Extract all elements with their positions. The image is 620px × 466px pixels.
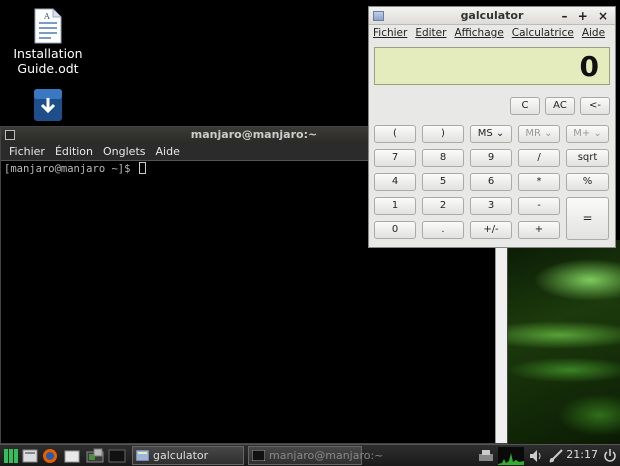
terminal-menu-onglets[interactable]: Onglets <box>99 143 151 160</box>
memory-store-button[interactable]: MS ⌄ <box>470 125 512 143</box>
network-icon[interactable] <box>548 447 564 465</box>
decimal-point-button[interactable]: . <box>422 221 464 239</box>
digit-6-button[interactable]: 6 <box>470 173 512 191</box>
terminal-menu-aide[interactable]: Aide <box>152 143 186 160</box>
text-cursor <box>138 162 146 174</box>
window-controls[interactable]: – + × <box>562 7 611 25</box>
taskbar: galculator manjaro@manjaro:~ 21:17 <box>0 444 620 466</box>
digit-9-button[interactable]: 9 <box>470 149 512 167</box>
digit-0-button[interactable]: 0 <box>374 221 416 239</box>
clock[interactable]: 21:17 <box>566 448 598 461</box>
desktop-icon-label: Installation <box>13 46 83 61</box>
percent-button[interactable]: % <box>566 173 609 191</box>
task-label: galculator <box>153 449 209 462</box>
galculator-window[interactable]: galculator – + × Fichier Editer Affichag… <box>368 6 616 248</box>
calc-menu-aide[interactable]: Aide <box>582 27 605 43</box>
all-clear-button[interactable]: AC <box>545 97 575 115</box>
calculator-menubar: Fichier Editer Affichage Calculatrice Ai… <box>369 25 615 43</box>
equals-button[interactable]: = <box>566 197 609 240</box>
terminal-window-menu-icon[interactable] <box>5 130 15 140</box>
desktop-icon-installation-guide[interactable]: A Installation Guide.odt <box>8 8 88 76</box>
calculator-title: galculator <box>460 9 524 22</box>
show-desktop-icon[interactable] <box>22 447 38 465</box>
desktop-icon-label: Guide.odt <box>17 61 79 76</box>
calculator-titlebar[interactable]: galculator – + × <box>369 7 615 25</box>
digit-5-button[interactable]: 5 <box>422 173 464 191</box>
volume-icon[interactable] <box>528 447 544 465</box>
workspace-switcher-icon[interactable] <box>86 447 104 465</box>
multiply-button[interactable]: * <box>518 173 560 191</box>
wallpaper <box>500 240 620 444</box>
calc-menu-fichier[interactable]: Fichier <box>373 27 407 43</box>
digit-3-button[interactable]: 3 <box>470 197 512 215</box>
calc-menu-editer[interactable]: Editer <box>415 27 446 43</box>
svg-text:A: A <box>43 12 50 21</box>
cpu-monitor-icon <box>498 447 524 465</box>
calculator-display: 0 <box>374 47 610 85</box>
desktop-icon-download[interactable] <box>8 88 88 122</box>
pager-icon[interactable] <box>108 447 126 465</box>
firefox-icon[interactable] <box>42 447 58 465</box>
sign-toggle-button[interactable]: +/- <box>470 221 512 239</box>
memory-add-button[interactable]: M+ ⌄ <box>566 125 609 143</box>
plus-button[interactable]: + <box>518 221 560 239</box>
calculator-icon <box>136 450 149 461</box>
digit-7-button[interactable]: 7 <box>374 149 416 167</box>
digit-1-button[interactable]: 1 <box>374 197 416 215</box>
memory-recall-button[interactable]: MR ⌄ <box>518 125 560 143</box>
minus-button[interactable]: - <box>518 197 560 215</box>
printer-icon[interactable] <box>478 447 494 465</box>
start-menu-icon[interactable] <box>3 447 19 465</box>
terminal-icon <box>252 450 265 461</box>
backspace-button[interactable]: <- <box>580 97 610 115</box>
task-terminal[interactable]: manjaro@manjaro:~ <box>248 446 383 465</box>
calc-menu-calculatrice[interactable]: Calculatrice <box>512 27 574 43</box>
document-icon: A <box>34 8 62 44</box>
desktop: A Installation Guide.odt manjaro@manjaro… <box>0 0 620 444</box>
digit-2-button[interactable]: 2 <box>422 197 464 215</box>
digit-8-button[interactable]: 8 <box>422 149 464 167</box>
sqrt-button[interactable]: sqrt <box>566 149 609 167</box>
terminal-menu-edition[interactable]: Édition <box>51 143 99 160</box>
calc-menu-affichage[interactable]: Affichage <box>454 27 503 43</box>
task-galculator[interactable]: galculator <box>132 446 244 465</box>
download-icon <box>34 89 62 121</box>
terminal-menu-fichier[interactable]: Fichier <box>5 143 51 160</box>
file-manager-icon[interactable] <box>64 447 80 465</box>
task-label: manjaro@manjaro:~ <box>269 449 384 462</box>
power-icon[interactable] <box>603 447 617 465</box>
close-paren-button[interactable]: ) <box>422 125 464 143</box>
digit-4-button[interactable]: 4 <box>374 173 416 191</box>
clear-button[interactable]: C <box>510 97 540 115</box>
open-paren-button[interactable]: ( <box>374 125 416 143</box>
calculator-icon <box>373 11 384 21</box>
divide-button[interactable]: / <box>518 149 560 167</box>
terminal-title: manjaro@manjaro:~ <box>190 128 318 141</box>
terminal-prompt: [manjaro@manjaro ~]$ <box>4 163 137 175</box>
